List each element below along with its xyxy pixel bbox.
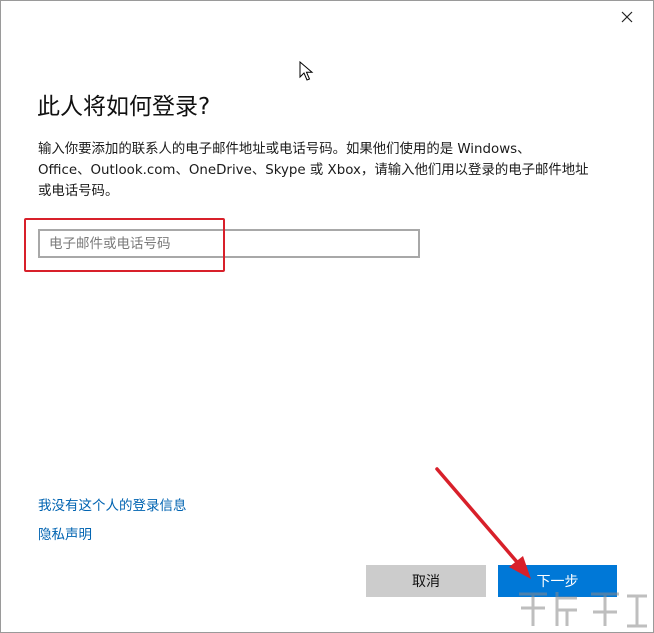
dialog-description: 输入你要添加的联系人的电子邮件地址或电话号码。如果他们使用的是 Windows、… — [38, 139, 628, 202]
close-button[interactable] — [615, 5, 639, 29]
description-line: 或电话号码。 — [38, 184, 119, 199]
mouse-cursor-icon — [299, 61, 314, 81]
close-icon — [621, 11, 633, 23]
description-line: 输入你要添加的联系人的电子邮件地址或电话号码。如果他们使用的是 Windows、 — [38, 142, 531, 157]
cancel-button[interactable]: 取消 — [366, 565, 486, 597]
dialog-title: 此人将如何登录? — [37, 94, 211, 120]
description-line: Office、Outlook.com、OneDrive、Skype 或 Xbox… — [38, 163, 589, 178]
dialog-window: 此人将如何登录? 输入你要添加的联系人的电子邮件地址或电话号码。如果他们使用的是… — [0, 0, 654, 633]
no-signin-info-link[interactable]: 我没有这个人的登录信息 — [38, 494, 187, 514]
annotation-highlight-box — [24, 218, 225, 272]
privacy-statement-link[interactable]: 隐私声明 — [38, 523, 92, 543]
next-button[interactable]: 下一步 — [498, 565, 617, 597]
